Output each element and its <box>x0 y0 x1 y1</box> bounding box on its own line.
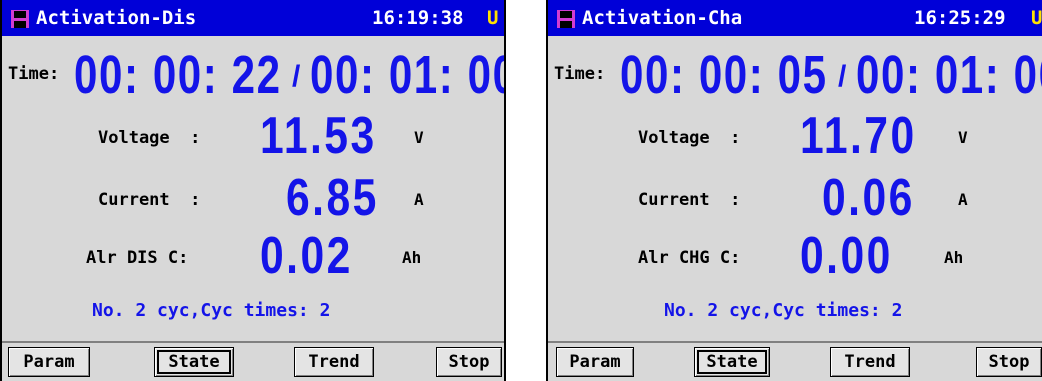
state-button[interactable]: State <box>694 347 770 377</box>
clock: 16:19:38 <box>372 7 464 29</box>
current-value: 0.06 <box>822 169 915 227</box>
floppy-disk-icon <box>11 10 29 28</box>
floppy-disk-icon <box>557 10 575 28</box>
voltage-label: Voltage : <box>638 128 741 148</box>
time-label: Time: <box>8 64 60 84</box>
time-separator: / <box>838 60 847 93</box>
charge-capacity-unit: Ah <box>944 248 964 267</box>
clock: 16:25:29 <box>914 7 1006 29</box>
charge-capacity-value: 0.00 <box>800 227 893 285</box>
current-label: Current : <box>98 190 201 210</box>
elapsed-time: 00: 00: 22 <box>74 45 282 105</box>
bottom-toolbar: Param State Trend Stop <box>2 341 504 381</box>
window-title: Activation-Cha <box>582 7 743 29</box>
window-title: Activation-Dis <box>36 7 197 29</box>
title-bar: Activation-Cha 16:25:29 U <box>548 0 1042 36</box>
cycle-info: No. 2 cyc,Cyc times: 2 <box>92 300 331 321</box>
current-label: Current : <box>638 190 741 210</box>
discharge-capacity-label: Alr DIS C: <box>86 248 189 268</box>
param-button[interactable]: Param <box>556 347 634 377</box>
panel-activation-charge: Activation-Cha 16:25:29 U Time: 00: 00: … <box>546 0 1042 381</box>
current-value: 6.85 <box>286 169 379 227</box>
elapsed-time: 00: 00: 05 <box>620 45 828 105</box>
stop-button[interactable]: Stop <box>436 347 502 377</box>
clock-unit: U <box>1031 7 1042 29</box>
charge-capacity-label: Alr CHG C: <box>638 248 741 268</box>
time-label: Time: <box>554 64 606 84</box>
voltage-label: Voltage : <box>98 128 201 148</box>
title-bar: Activation-Dis 16:19:38 U <box>2 0 504 36</box>
total-time: 00: 01: 00 <box>310 45 506 105</box>
voltage-unit: V <box>958 128 968 147</box>
panel-activation-discharge: Activation-Dis 16:19:38 U Time: 00: 00: … <box>0 0 506 381</box>
time-separator: / <box>292 60 301 93</box>
discharge-capacity-value: 0.02 <box>260 227 353 285</box>
total-time: 00: 01: 00 <box>856 45 1042 105</box>
stop-button[interactable]: Stop <box>976 347 1042 377</box>
trend-button[interactable]: Trend <box>830 347 910 377</box>
discharge-capacity-unit: Ah <box>402 248 422 267</box>
current-unit: A <box>958 190 968 209</box>
param-button[interactable]: Param <box>8 347 90 377</box>
clock-unit: U <box>487 7 499 29</box>
current-unit: A <box>414 190 424 209</box>
trend-button[interactable]: Trend <box>294 347 374 377</box>
cycle-info: No. 2 cyc,Cyc times: 2 <box>664 300 903 321</box>
state-button[interactable]: State <box>154 347 234 377</box>
voltage-unit: V <box>414 128 424 147</box>
bottom-toolbar: Param State Trend Stop <box>548 341 1042 381</box>
voltage-value: 11.70 <box>800 107 917 165</box>
voltage-value: 11.53 <box>260 107 377 165</box>
